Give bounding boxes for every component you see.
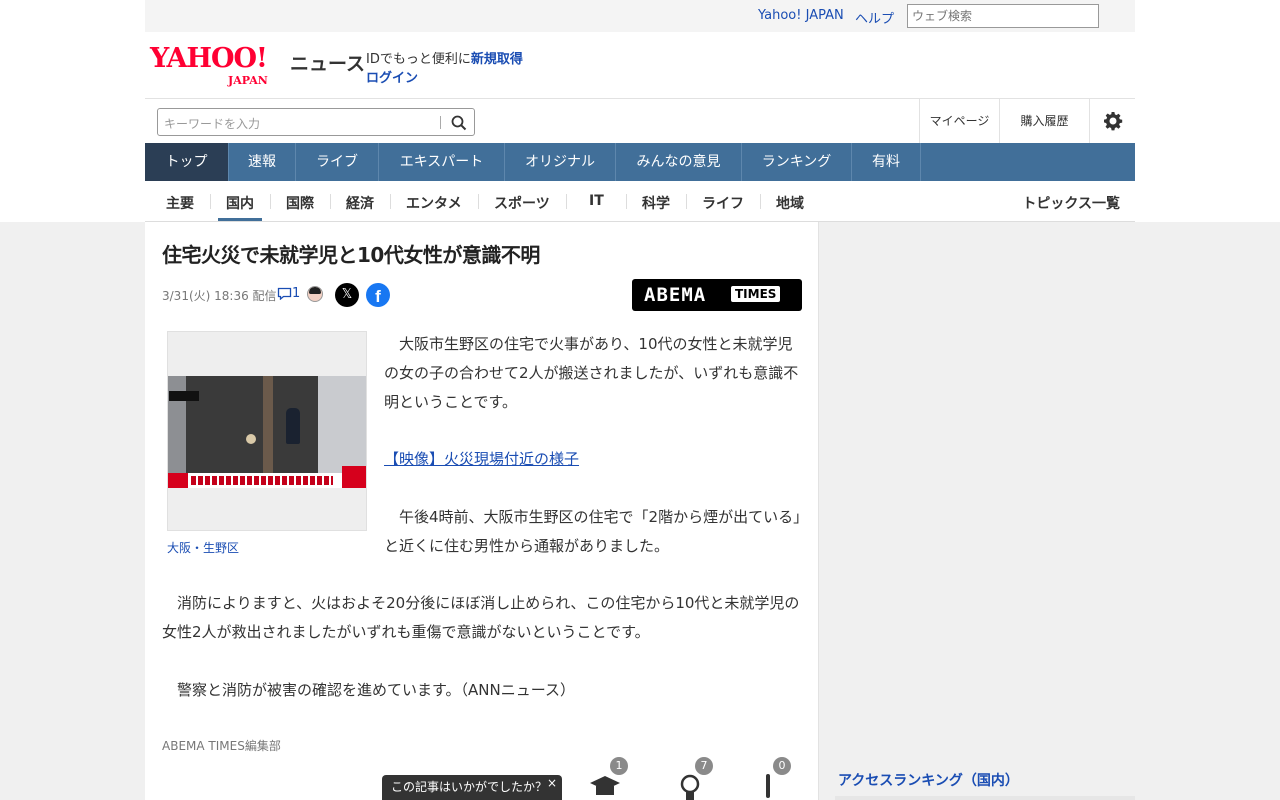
divider: [270, 194, 271, 209]
reaction-learn-button[interactable]: 1: [588, 757, 628, 800]
source-logo[interactable]: ABEMA TIMES: [632, 279, 802, 311]
nav-opinions[interactable]: みんなの意見: [616, 143, 742, 181]
web-search-input[interactable]: [907, 4, 1099, 28]
comment-count: 1: [292, 286, 301, 301]
exclamation-icon: [766, 774, 770, 798]
fire-scene-image: [168, 376, 366, 488]
topics-list-link[interactable]: トピックス一覧: [1022, 193, 1120, 213]
cat-entertainment[interactable]: エンタメ: [406, 193, 462, 213]
cat-main[interactable]: 主要: [166, 193, 194, 213]
source-logo-main: ABEMA: [644, 284, 707, 306]
signup-link[interactable]: 新規取得: [471, 52, 523, 67]
utility-bar: Yahoo! JAPAN ヘルプ: [145, 0, 1135, 32]
active-category-indicator: [218, 218, 262, 221]
nav-top[interactable]: トップ: [145, 143, 229, 181]
service-name[interactable]: ニュース: [290, 49, 365, 76]
category-navigation: 主要 国内 国際 経済 エンタメ スポーツ IT 科学 ライフ 地域 トピックス…: [145, 181, 1135, 222]
comment-icon: [277, 287, 292, 301]
keyword-search-input[interactable]: キーワードを入力: [164, 115, 260, 132]
search-row: キーワードを入力 マイページ 購入履歴: [145, 98, 1135, 144]
image-helmet: [246, 434, 256, 444]
photo-caption[interactable]: 大阪・生野区: [167, 539, 239, 556]
logo-subtext: JAPAN: [228, 74, 268, 87]
cat-domestic[interactable]: 国内: [226, 193, 254, 213]
purchase-history-link[interactable]: 購入履歴: [999, 99, 1089, 144]
share-x-button[interactable]: 𝕏: [335, 283, 359, 307]
idea-count-badge: 7: [695, 757, 713, 775]
ranking-divider: [835, 796, 1135, 800]
login-link[interactable]: ログイン: [366, 67, 418, 86]
reaction-prompt-text: この記事はいかがでしたか？: [391, 780, 548, 794]
divider: [330, 194, 331, 209]
video-link[interactable]: 【映像】火災現場付近の様子: [384, 445, 579, 474]
cat-economy[interactable]: 経済: [346, 193, 374, 213]
site-header: YAHOO! JAPAN ニュース IDでもっと便利に新規取得 ログイン: [145, 32, 1135, 98]
id-promo: IDでもっと便利に新規取得: [366, 48, 523, 67]
image-breaking-badge: [168, 473, 188, 488]
lightbulb-icon: [680, 774, 700, 800]
image-caption-bar: [168, 466, 366, 488]
cat-sports[interactable]: スポーツ: [494, 193, 550, 213]
search-divider: [440, 116, 441, 129]
cat-it[interactable]: IT: [589, 193, 604, 209]
article-paragraph: 大阪市生野区の住宅で火事があり、10代の女性と未就学児の女の子の合わせて2人が搬…: [384, 335, 799, 411]
divider: [760, 194, 761, 209]
article-paragraph: 午後4時前、大阪市生野区の住宅で「2階から煙が出ている」と近くに住む男性から通報…: [384, 508, 801, 555]
close-icon[interactable]: ×: [547, 771, 557, 796]
article-byline: ABEMA TIMES編集部: [162, 739, 281, 753]
cat-local[interactable]: 地域: [776, 193, 804, 213]
image-door: [263, 376, 273, 488]
image-news-logo: [342, 466, 366, 488]
cat-life[interactable]: ライフ: [702, 193, 744, 213]
settings-button[interactable]: [1089, 99, 1135, 144]
cat-science[interactable]: 科学: [642, 193, 670, 213]
nav-paid[interactable]: 有料: [852, 143, 921, 181]
learn-count-badge: 1: [610, 757, 628, 775]
commenter-avatar: [307, 286, 323, 302]
id-promo-text: IDでもっと便利に: [366, 52, 471, 67]
main-navigation: トップ 速報 ライブ エキスパート オリジナル みんなの意見 ランキング 有料: [145, 143, 1135, 181]
nav-original[interactable]: オリジナル: [505, 143, 616, 181]
cat-international[interactable]: 国際: [286, 193, 314, 213]
yahoo-logo[interactable]: YAHOO! JAPAN: [150, 43, 285, 88]
divider: [626, 194, 627, 209]
divider: [210, 194, 211, 209]
divider: [390, 194, 391, 209]
mypage-link[interactable]: マイページ: [919, 99, 999, 144]
article-paragraph: 警察と消防が被害の確認を進めています。（ANNニュース）: [162, 681, 575, 699]
gear-icon: [1103, 112, 1122, 131]
nav-breaking[interactable]: 速報: [229, 143, 296, 181]
publish-datetime: 3/31(火) 18:36: [162, 289, 249, 303]
article-headline: 住宅火災で未就学児と10代女性が意識不明: [162, 243, 540, 267]
graduation-cap-icon: [590, 776, 620, 795]
nav-ranking[interactable]: ランキング: [742, 143, 852, 181]
image-firefighter: [286, 408, 300, 444]
nav-live[interactable]: ライブ: [296, 143, 379, 181]
help-link[interactable]: ヘルプ: [855, 8, 894, 27]
article-paragraph: 消防によりますと、火はおよそ20分後にほぼ消し止められ、この住宅から10代と未就…: [162, 594, 800, 641]
reaction-concern-button[interactable]: 0: [751, 757, 791, 800]
reaction-idea-button[interactable]: 7: [673, 757, 713, 800]
image-caption-text: [191, 476, 333, 485]
image-location-tag: [169, 391, 199, 401]
nav-expert[interactable]: エキスパート: [379, 143, 505, 181]
keyword-search-box[interactable]: キーワードを入力: [157, 108, 475, 136]
share-facebook-button[interactable]: f: [366, 283, 390, 307]
divider: [686, 194, 687, 209]
divider: [478, 194, 479, 209]
article-meta: 3/31(火) 18:36 配信: [162, 287, 277, 304]
article-photo[interactable]: [167, 331, 367, 531]
article-panel: 住宅火災で未就学児と10代女性が意識不明 3/31(火) 18:36 配信 1 …: [145, 222, 819, 800]
source-logo-tag: TIMES: [731, 286, 781, 302]
divider: [566, 194, 567, 209]
delivered-label: 配信: [252, 289, 277, 303]
reaction-prompt-tooltip: この記事はいかがでしたか？ ×: [382, 775, 562, 800]
search-icon[interactable]: [450, 114, 468, 132]
concern-count-badge: 0: [773, 757, 791, 775]
yahoo-japan-link[interactable]: Yahoo! JAPAN: [758, 8, 844, 23]
logo-text: YAHOO!: [150, 43, 268, 74]
comment-count-link[interactable]: 1: [277, 286, 300, 301]
access-ranking-title[interactable]: アクセスランキング（国内）: [838, 770, 1019, 790]
